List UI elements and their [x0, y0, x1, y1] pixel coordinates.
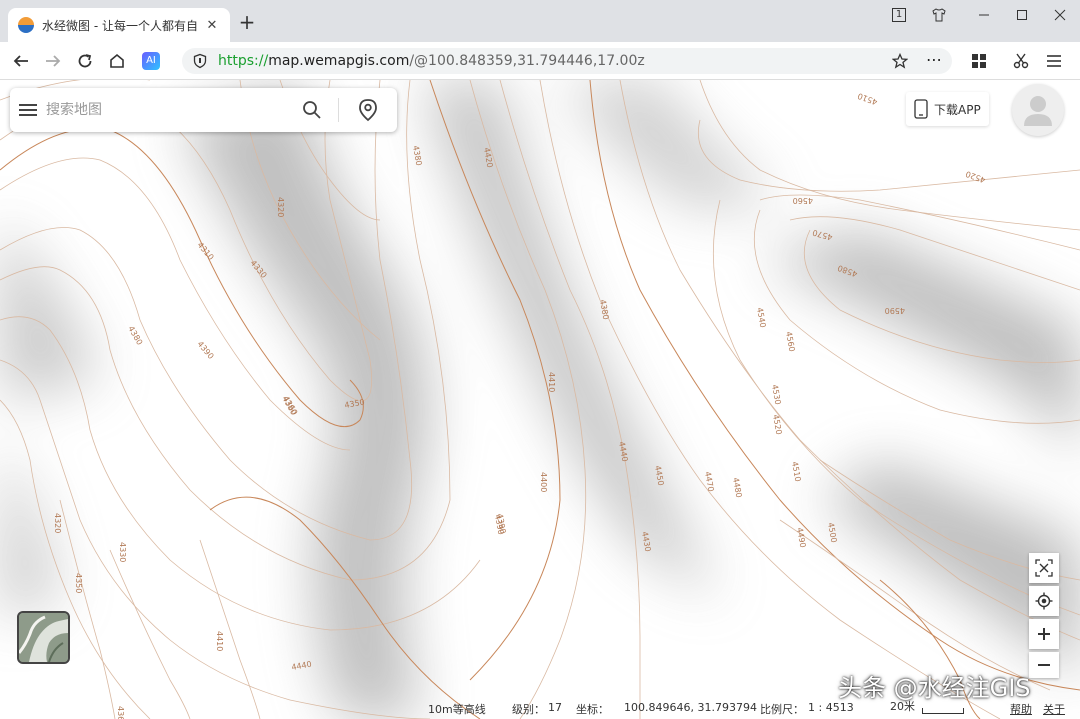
download-app-button[interactable]: 下载APP [906, 92, 989, 126]
coord-label: 坐标： [576, 703, 609, 716]
contour-label: 4500 [826, 522, 838, 544]
zoom-in-icon [1038, 628, 1050, 640]
browser-tab[interactable]: 水经微图 - 让每一个人都有自 ✕ [8, 8, 230, 42]
about-link[interactable]: 关于 [1043, 701, 1065, 717]
contour-label: 4380 [126, 325, 144, 347]
locate-button[interactable] [1029, 586, 1059, 616]
scalebar [922, 708, 964, 714]
location-pin-icon[interactable] [356, 98, 380, 122]
browser-toolbar: AI https://map.wemapgis.com/@100.848359,… [0, 42, 1080, 80]
contour-label: 4350 [74, 573, 83, 593]
close-window-button[interactable] [1042, 0, 1078, 30]
contour-label: 4320 [53, 513, 62, 533]
url-host: map.wemapgis.com [268, 53, 410, 69]
maximize-button[interactable] [1004, 0, 1040, 30]
hamburger-menu-icon[interactable] [1043, 50, 1065, 72]
map-statusbar: 10m等高线 级别： 17 坐标： 100.849646, 31.793794 … [0, 697, 1080, 719]
contour-map[interactable]: 4510452045604570458045904540456045304520… [0, 80, 1080, 719]
basemap-switcher[interactable] [17, 611, 70, 664]
contour-lines [0, 80, 1080, 719]
hillshade [0, 80, 1080, 719]
tab-title: 水经微图 - 让每一个人都有自 [42, 18, 198, 33]
address-bar[interactable]: https://map.wemapgis.com/@100.848359,31.… [182, 48, 952, 74]
scale-value: 1 : 4513 [808, 701, 854, 714]
contour-label: 4510 [856, 91, 878, 106]
avatar[interactable] [1012, 84, 1064, 136]
scale-label: 比例尺： [760, 703, 804, 716]
contour-label: 4490 [795, 527, 807, 549]
screenshot-button[interactable] [1029, 553, 1059, 583]
locate-icon [1035, 592, 1053, 610]
contour-label: 4560 [793, 196, 813, 205]
level-label: 级别： [512, 703, 545, 716]
site-favicon-icon [18, 17, 34, 33]
contour-label: 4380 [411, 145, 423, 167]
contour-label: 4520 [771, 414, 783, 436]
star-icon[interactable] [892, 53, 908, 69]
contour-label: 4560 [784, 331, 796, 353]
screenshot-icon [1035, 559, 1053, 577]
url-scheme: https:// [218, 53, 269, 69]
contour-label: 4410 [215, 631, 224, 651]
ai-assistant-button[interactable]: AI [140, 50, 162, 72]
new-tab-button[interactable]: + [236, 12, 258, 34]
download-app-label: 下载APP [934, 102, 981, 117]
menu-icon[interactable] [10, 103, 46, 117]
coord-value: 100.849646, 31.793794 [624, 701, 757, 714]
contour-label: 4570 [812, 228, 834, 242]
apps-grid-icon[interactable] [968, 50, 990, 72]
url-path: /@100.848359,31.794446,17.00z [409, 53, 645, 69]
shirt-icon[interactable] [924, 0, 954, 30]
window-counter: 1 [892, 8, 906, 22]
contour-label: 4470 [703, 471, 715, 493]
contour-label: 4520 [964, 169, 986, 184]
home-button[interactable] [106, 50, 128, 72]
search-icon[interactable] [300, 98, 324, 122]
contour-interval: 10m等高线 [428, 703, 486, 716]
search-divider [338, 98, 339, 122]
contour-label: 4330 [118, 542, 127, 562]
scissors-icon[interactable] [1010, 50, 1032, 72]
help-link[interactable]: 帮助 [1010, 701, 1032, 717]
contour-label: 4380 [598, 299, 610, 321]
back-button[interactable] [10, 50, 32, 72]
contour-label: 4440 [291, 660, 313, 672]
contour-label: 4310 [195, 241, 215, 262]
contour-label: 4400 [539, 472, 548, 492]
ai-badge: AI [142, 52, 160, 70]
map-canvas[interactable]: 4510 4520 4560 4570 4580 4590 4540 4560 4530 4520… [0, 80, 1080, 719]
zoom-out-button[interactable] [1029, 652, 1059, 678]
zoom-in-button[interactable] [1029, 619, 1059, 649]
contour-label: 4410 [547, 372, 556, 392]
avatar-icon [1024, 96, 1052, 126]
contour-label: 4480 [731, 477, 743, 499]
contour-label: 4590 [885, 306, 905, 315]
contour-label: 4510 [790, 461, 802, 483]
scalebar-label: 20米 [890, 700, 915, 713]
minimize-button[interactable] [966, 0, 1002, 30]
reload-button[interactable] [74, 50, 96, 72]
forward-button[interactable] [42, 50, 64, 72]
browser-titlebar: 水经微图 - 让每一个人都有自 ✕ + 1 [0, 0, 1080, 42]
contour-label: 4390 [195, 340, 215, 361]
search-input[interactable] [46, 102, 286, 118]
map-search-box [10, 88, 397, 132]
contour-label: 4540 [755, 307, 767, 329]
level-value: 17 [548, 701, 562, 714]
zoom-out-icon [1038, 664, 1050, 666]
window-counter-button[interactable]: 1 [884, 0, 914, 30]
contour-label: 4320 [276, 197, 285, 217]
contour-label: 4530 [770, 384, 782, 406]
tab-close-icon[interactable]: ✕ [204, 18, 220, 33]
more-icon[interactable]: ⋯ [926, 50, 942, 69]
terrain-thumbnail-icon [19, 613, 68, 662]
shield-icon[interactable] [192, 53, 208, 69]
phone-icon [914, 99, 928, 119]
